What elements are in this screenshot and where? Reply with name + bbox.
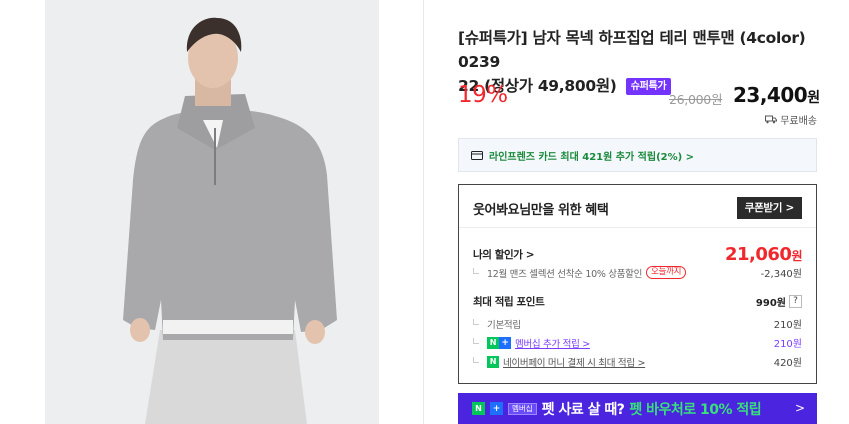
help-icon[interactable]: ?: [789, 295, 802, 308]
coupon-desc: 12월 맨즈 셀렉션 선착순 10% 상품할인 오늘까지: [473, 266, 687, 280]
my-price-label[interactable]: 나의 할인가 >: [473, 247, 535, 262]
membership-points-link[interactable]: 멤버십 추가 적립 >: [515, 336, 590, 350]
npay-points-link[interactable]: 네이버페이 머니 결제 시 최대 적립 >: [503, 355, 645, 369]
basic-points: 기본적립: [473, 317, 521, 331]
elbow-icon: [473, 267, 479, 274]
membership-tag: 멤버십: [508, 402, 537, 415]
my-price: 21,060원: [725, 244, 802, 265]
elbow-icon: [473, 356, 479, 363]
pet-voucher-banner[interactable]: N + 멤버십 펫 사료 살 때? 펫 바우처로 10% 적립 >: [458, 393, 817, 424]
naver-pay-icon: N: [487, 355, 499, 368]
naver-n-icon: N: [487, 336, 499, 349]
npay-points-value: 420원: [773, 358, 802, 369]
npay-points-row: N 네이버페이 머니 결제 시 최대 적립 > 420원: [473, 354, 802, 369]
original-price: 26,000원: [669, 92, 723, 107]
elbow-icon: [473, 337, 479, 344]
points-label: 최대 적립 포인트: [473, 296, 545, 308]
shipping-text: 무료배송: [780, 116, 817, 127]
membership-points: N + 멤버십 추가 적립 >: [473, 336, 590, 350]
points-value: 990원: [755, 298, 786, 309]
benefit-box: 웃어봐요님만을 위한 혜택 쿠폰받기 > 나의 할인가 > 21,060원 12…: [458, 184, 817, 384]
credit-card-icon: [471, 150, 483, 160]
benefit-title: 웃어봐요님만을 위한 혜택: [473, 202, 609, 218]
my-price-value: 21,060: [724, 244, 792, 265]
model-illustration: [45, 0, 379, 424]
vertical-divider: [423, 0, 424, 424]
points-row: 최대 적립 포인트 990원 ?: [473, 294, 802, 309]
coupon-amount: -2,340원: [760, 269, 802, 280]
plus-icon: +: [499, 336, 511, 349]
basic-points-row: 기본적립 210원: [473, 316, 802, 331]
banner-highlight: 펫 바우처로 10% 적립: [629, 401, 762, 418]
truck-icon: [765, 115, 778, 124]
membership-points-row: N + 멤버십 추가 적립 > 210원: [473, 335, 802, 350]
membership-points-value: 210원: [773, 339, 802, 350]
product-image[interactable]: [45, 0, 379, 424]
banner-text: 펫 사료 살 때?: [541, 401, 625, 418]
benefit-divider: [459, 227, 816, 228]
card-promo-text: 라인프렌즈 카드 최대 421원 추가 적립(2%) >: [489, 151, 695, 163]
card-promo-banner[interactable]: 라인프렌즈 카드 최대 421원 추가 적립(2%) >: [458, 138, 817, 172]
basic-points-label: 기본적립: [487, 319, 521, 331]
my-price-row: 나의 할인가 > 21,060원: [473, 244, 802, 265]
product-title-main: [슈퍼특가] 남자 목넥 하프집업 테리 맨투맨 (4color) 0239: [458, 29, 806, 71]
super-deal-badge: 슈퍼특가: [625, 78, 672, 95]
shipping-info: 무료배송: [765, 112, 817, 127]
my-price-unit: 원: [791, 249, 802, 263]
npay-points: N 네이버페이 머니 결제 시 최대 적립 >: [473, 355, 645, 369]
sale-price-value: 23,400: [733, 83, 808, 107]
naver-n-icon: N: [472, 402, 485, 415]
basic-points-value: 210원: [773, 320, 802, 331]
plus-icon: +: [490, 402, 503, 415]
get-coupon-button[interactable]: 쿠폰받기 >: [736, 197, 802, 219]
today-only-pill: 오늘까지: [646, 266, 687, 279]
chevron-right-icon: >: [794, 401, 805, 415]
discount-rate: 19%: [458, 82, 508, 108]
coupon-row: 12월 맨즈 셀렉션 선착순 10% 상품할인 오늘까지 -2,340원: [473, 265, 802, 280]
elbow-icon: [473, 318, 479, 325]
naver-plus-icon: N +: [487, 336, 511, 349]
sale-price-unit: 원: [807, 90, 820, 106]
points-total: 990원 ?: [756, 294, 802, 309]
sale-price: 23,400원: [733, 83, 820, 107]
benefit-header: 웃어봐요님만을 위한 혜택 쿠폰받기 >: [473, 196, 802, 220]
coupon-desc-text: 12월 맨즈 셀렉션 선착순 10% 상품할인: [487, 268, 643, 280]
